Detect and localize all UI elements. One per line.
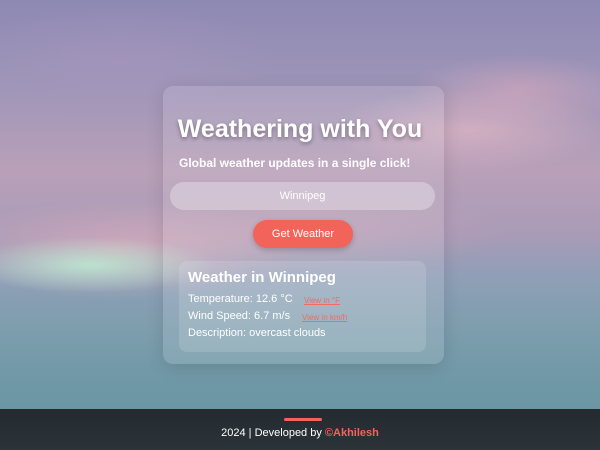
temperature-label: Temperature: 12.6 °C bbox=[188, 293, 293, 305]
footer-author-link[interactable]: ©Akhilesh bbox=[325, 427, 379, 439]
wind-convert-link[interactable]: View in km/h bbox=[302, 313, 347, 322]
weather-result-heading: Weather in Winnipeg bbox=[188, 269, 336, 286]
city-search-input[interactable] bbox=[170, 182, 435, 210]
temperature-row: Temperature: 12.6 °C bbox=[188, 293, 293, 305]
app-subtitle: Global weather updates in a single click… bbox=[179, 156, 411, 170]
description-row: Description: overcast clouds bbox=[188, 327, 326, 339]
app-title: Weathering with You bbox=[177, 115, 423, 143]
footer-credit: 2024 | Developed by ©Akhilesh bbox=[0, 427, 600, 439]
footer-prefix: 2024 | Developed by bbox=[221, 427, 325, 439]
weather-description-label: Description: overcast clouds bbox=[188, 327, 326, 339]
wind-row: Wind Speed: 6.7 m/s bbox=[188, 310, 290, 322]
temperature-convert-link[interactable]: View in °F bbox=[304, 296, 340, 305]
get-weather-button[interactable]: Get Weather bbox=[253, 220, 353, 248]
footer-accent-line bbox=[284, 418, 322, 421]
wind-speed-label: Wind Speed: 6.7 m/s bbox=[188, 310, 291, 322]
